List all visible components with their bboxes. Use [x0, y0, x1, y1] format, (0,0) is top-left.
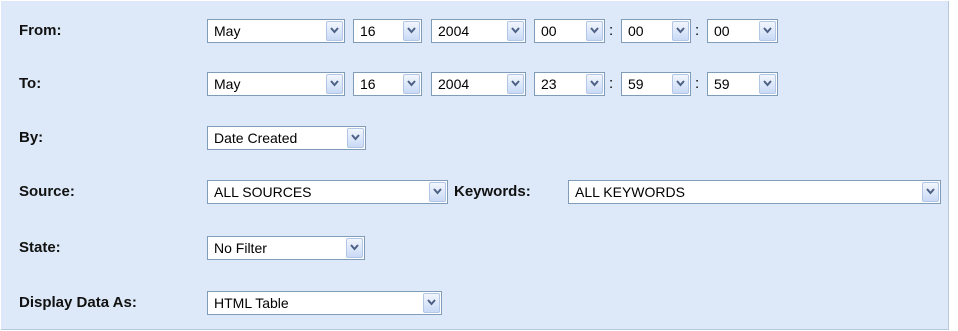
from-year-select[interactable]: 2004: [431, 19, 526, 43]
time-separator: :: [695, 75, 700, 92]
state-label: State:: [19, 239, 61, 256]
chevron-down-icon[interactable]: [347, 128, 364, 148]
by-value: Date Created: [214, 130, 298, 146]
display-data-as-label: Display Data As:: [19, 294, 137, 311]
from-day-select[interactable]: 16: [353, 19, 422, 43]
chevron-down-icon[interactable]: [403, 21, 420, 41]
by-select[interactable]: Date Created: [207, 126, 366, 150]
from-minute-select[interactable]: 00: [621, 19, 691, 43]
to-minute-select[interactable]: 59: [621, 72, 691, 96]
chevron-down-icon[interactable]: [507, 21, 524, 41]
chevron-down-icon[interactable]: [759, 21, 776, 41]
state-value: No Filter: [214, 240, 267, 256]
time-separator: :: [609, 22, 614, 39]
from-day-value: 16: [360, 23, 376, 39]
to-day-value: 16: [360, 76, 376, 92]
display-data-as-select[interactable]: HTML Table: [207, 291, 442, 315]
chevron-down-icon[interactable]: [586, 74, 603, 94]
from-month-select[interactable]: May: [207, 19, 345, 43]
source-label: Source:: [19, 183, 75, 200]
to-hour-select[interactable]: 23: [534, 72, 605, 96]
keywords-label: Keywords:: [454, 183, 531, 200]
to-second-value: 59: [714, 76, 730, 92]
to-year-select[interactable]: 2004: [431, 72, 526, 96]
to-hour-value: 23: [541, 76, 557, 92]
keywords-value: ALL KEYWORDS: [575, 184, 685, 200]
chevron-down-icon[interactable]: [326, 21, 343, 41]
chevron-down-icon[interactable]: [423, 293, 440, 313]
from-month-value: May: [214, 23, 241, 39]
keywords-select[interactable]: ALL KEYWORDS: [568, 180, 941, 204]
from-second-value: 00: [714, 23, 730, 39]
by-label: By:: [19, 129, 44, 146]
from-second-select[interactable]: 00: [707, 19, 778, 43]
to-label: To:: [19, 75, 42, 92]
chevron-down-icon[interactable]: [759, 74, 776, 94]
chevron-down-icon[interactable]: [672, 74, 689, 94]
from-hour-value: 00: [541, 23, 557, 39]
to-year-value: 2004: [438, 76, 470, 92]
chevron-down-icon[interactable]: [429, 182, 446, 202]
to-minute-value: 59: [628, 76, 644, 92]
chevron-down-icon[interactable]: [346, 238, 363, 258]
source-value: ALL SOURCES: [214, 184, 312, 200]
to-day-select[interactable]: 16: [353, 72, 422, 96]
chevron-down-icon[interactable]: [403, 74, 420, 94]
chevron-down-icon[interactable]: [586, 21, 603, 41]
report-filter-panel: From: May 16 2004 00 : 00 : 00 To: May 1…: [1, 1, 949, 330]
chevron-down-icon[interactable]: [922, 182, 939, 202]
to-month-select[interactable]: May: [207, 72, 345, 96]
from-hour-select[interactable]: 00: [534, 19, 605, 43]
time-separator: :: [695, 22, 700, 39]
chevron-down-icon[interactable]: [507, 74, 524, 94]
to-month-value: May: [214, 76, 241, 92]
chevron-down-icon[interactable]: [672, 21, 689, 41]
from-label: From:: [19, 22, 62, 39]
time-separator: :: [609, 75, 614, 92]
from-year-value: 2004: [438, 23, 470, 39]
state-select[interactable]: No Filter: [207, 236, 365, 260]
from-minute-value: 00: [628, 23, 644, 39]
chevron-down-icon[interactable]: [326, 74, 343, 94]
source-select[interactable]: ALL SOURCES: [207, 180, 448, 204]
to-second-select[interactable]: 59: [707, 72, 778, 96]
display-data-as-value: HTML Table: [214, 295, 289, 311]
